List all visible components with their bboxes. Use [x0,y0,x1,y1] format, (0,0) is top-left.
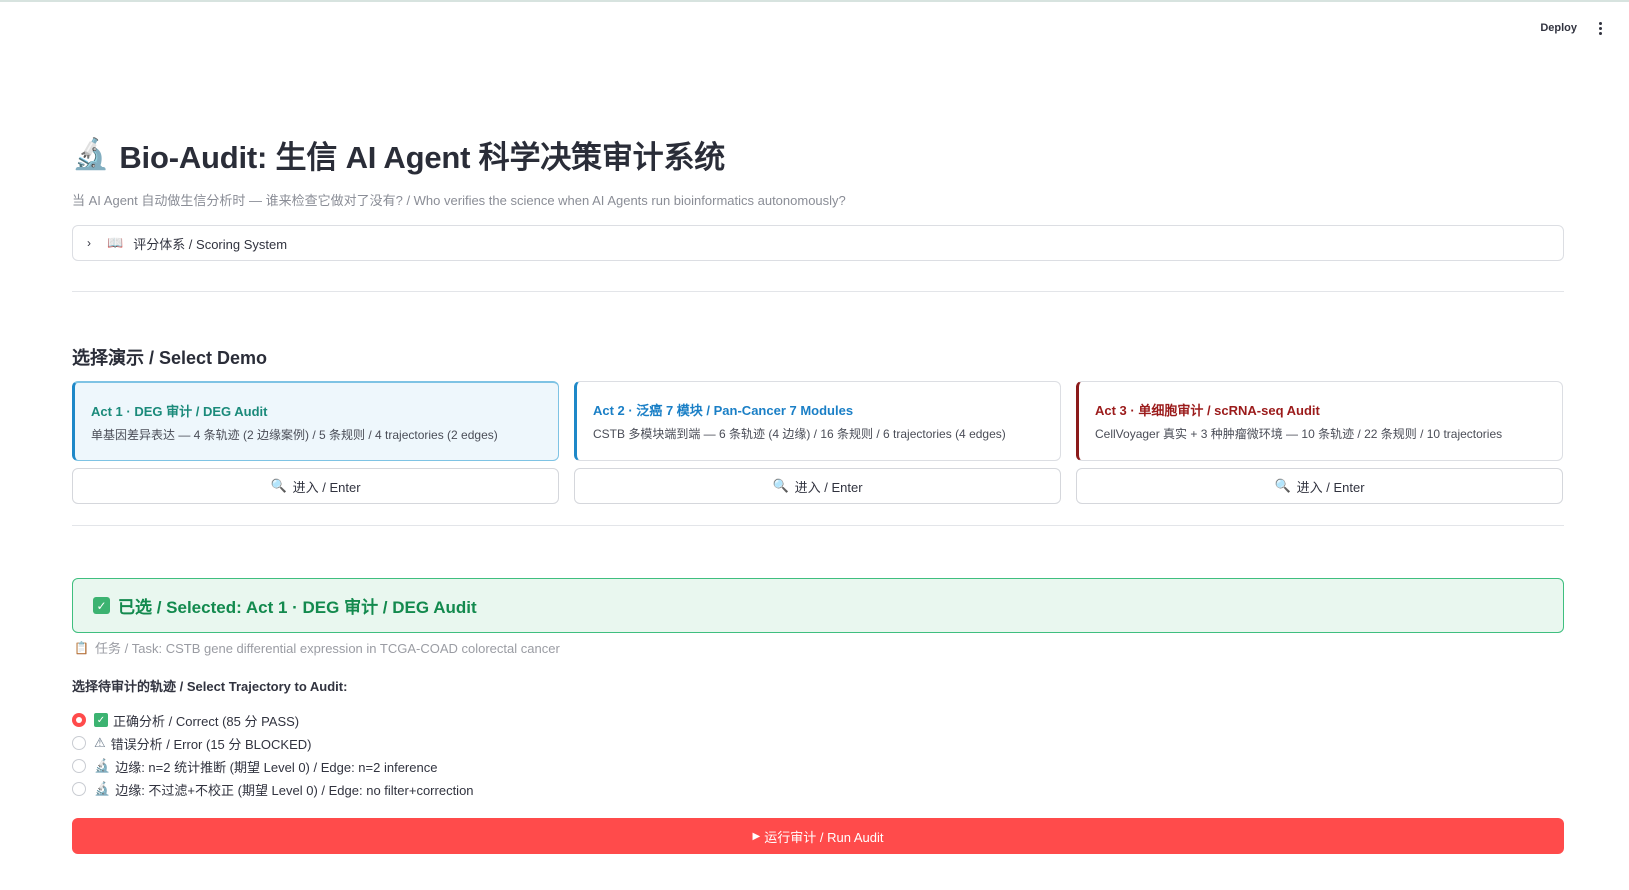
radio-label-text: 正确分析 / Correct (85 分 PASS) [113,713,300,729]
enter-button-label: 进入 / Enter [1296,479,1365,495]
magnifier-icon: 🔍 [1274,478,1291,493]
play-icon: ▶ [752,830,761,842]
magnifier-icon: 🔍 [270,478,287,493]
book-icon: 📖 [107,235,124,250]
expander-label: 评分体系 / Scoring System [133,236,288,252]
enter-button-label: 进入 / Enter [292,479,361,495]
demo-card-column-act3: Act 3 · 单细胞审计 / scRNA-seq Audit CellVoya… [1076,381,1563,504]
demo-card-title: Act 3 · 单细胞审计 / scRNA-seq Audit [1095,403,1320,418]
enter-button-label: 进入 / Enter [794,479,863,495]
trajectory-option-error[interactable]: ⚠ 错误分析 / Error (15 分 BLOCKED) [72,734,474,752]
check-icon: ✓ [94,713,108,727]
radio-label-text: 错误分析 / Error (15 分 BLOCKED) [110,736,312,752]
top-decoration-line [0,0,1629,2]
demo-card-act3: Act 3 · 单细胞审计 / scRNA-seq Audit CellVoya… [1076,381,1563,461]
radio-label: ⚠ 错误分析 / Error (15 分 BLOCKED) [94,734,311,753]
microscope-icon: 🔬 [72,136,110,172]
radio-button[interactable] [72,759,86,773]
demo-card-description: 单基因差异表达 — 4 条轨迹 (2 边缘案例) / 5 条规则 / 4 tra… [91,428,498,442]
divider [72,525,1564,526]
demo-card-column-act2: Act 2 · 泛癌 7 模块 / Pan-Cancer 7 Modules C… [574,381,1061,504]
magnifier-icon: 🔍 [772,478,789,493]
main-menu-icon[interactable] [1593,18,1607,38]
trajectory-option-edge-nofilter[interactable]: 🔬 边缘: 不过滤+不校正 (期望 Level 0) / Edge: no fi… [72,780,474,798]
page-subtitle: 当 AI Agent 自动做生信分析时 — 谁来检查它做对了没有? / Who … [72,193,846,208]
demo-card-act2: Act 2 · 泛癌 7 模块 / Pan-Cancer 7 Modules C… [574,381,1061,461]
demo-card-column-act1: Act 1 · DEG 审计 / DEG Audit 单基因差异表达 — 4 条… [72,381,559,504]
demo-card-title: Act 1 · DEG 审计 / DEG Audit [91,404,268,419]
radio-label: 🔬 边缘: n=2 统计推断 (期望 Level 0) / Edge: n=2 … [94,757,437,776]
trajectory-radio-group: ✓ 正确分析 / Correct (85 分 PASS) ⚠ 错误分析 / Er… [72,711,474,798]
run-audit-label: 运行审计 / Run Audit [764,829,884,845]
radio-label-text: 边缘: n=2 统计推断 (期望 Level 0) / Edge: n=2 in… [115,759,438,775]
demo-cards: Act 1 · DEG 审计 / DEG Audit 单基因差异表达 — 4 条… [72,381,1564,504]
demo-card-description: CSTB 多模块端到端 — 6 条轨迹 (4 边缘) / 16 条规则 / 6 … [593,427,1006,441]
trajectory-select-label: 选择待审计的轨迹 / Select Trajectory to Audit: [72,679,348,694]
select-demo-heading: 选择演示 / Select Demo [72,348,268,368]
demo-card-description: CellVoyager 真实 + 3 种肿瘤微环境 — 10 条轨迹 / 22 … [1095,427,1503,441]
radio-label: 🔬 边缘: 不过滤+不校正 (期望 Level 0) / Edge: no fi… [94,780,474,799]
warning-icon: ⚠ [94,735,106,751]
microscope-icon: 🔬 [94,781,111,797]
microscope-icon: 🔬 [94,758,111,774]
enter-act1-button[interactable]: 🔍 进入 / Enter [72,468,559,504]
clipboard-icon: 📋 [74,640,89,655]
run-audit-button[interactable]: ▶ 运行审计 / Run Audit [72,818,1564,854]
divider [72,291,1564,292]
enter-act3-button[interactable]: 🔍 进入 / Enter [1076,468,1563,504]
enter-act2-button[interactable]: 🔍 进入 / Enter [574,468,1061,504]
task-text: 任务 / Task: CSTB gene differential expres… [94,641,560,656]
task-description: 📋 任务 / Task: CSTB gene differential expr… [74,638,560,657]
demo-card-title: Act 2 · 泛癌 7 模块 / Pan-Cancer 7 Modules [593,403,854,418]
radio-label-text: 边缘: 不过滤+不校正 (期望 Level 0) / Edge: no filt… [115,782,474,798]
check-icon: ✓ [93,597,110,614]
radio-button-selected[interactable] [72,713,86,727]
radio-button[interactable] [72,782,86,796]
page-title: Bio-Audit: 生信 AI Agent 科学决策审计系统 [119,140,726,175]
selected-demo-text: 已选 / Selected: Act 1 · DEG 审计 / DEG Audi… [118,598,477,617]
deploy-button[interactable]: Deploy [1532,18,1585,38]
app-header: Deploy [1532,14,1629,42]
chevron-right-icon: › [87,236,91,250]
selected-demo-banner: ✓ 已选 / Selected: Act 1 · DEG 审计 / DEG Au… [72,578,1564,633]
page-title-row: 🔬 Bio-Audit: 生信 AI Agent 科学决策审计系统 [72,132,725,177]
radio-button[interactable] [72,736,86,750]
trajectory-option-edge-n2[interactable]: 🔬 边缘: n=2 统计推断 (期望 Level 0) / Edge: n=2 … [72,757,474,775]
demo-card-act1: Act 1 · DEG 审计 / DEG Audit 单基因差异表达 — 4 条… [72,381,559,461]
scoring-system-expander[interactable]: › 📖 评分体系 / Scoring System [72,225,1564,261]
radio-label: ✓ 正确分析 / Correct (85 分 PASS) [94,711,299,730]
trajectory-option-correct[interactable]: ✓ 正确分析 / Correct (85 分 PASS) [72,711,474,729]
